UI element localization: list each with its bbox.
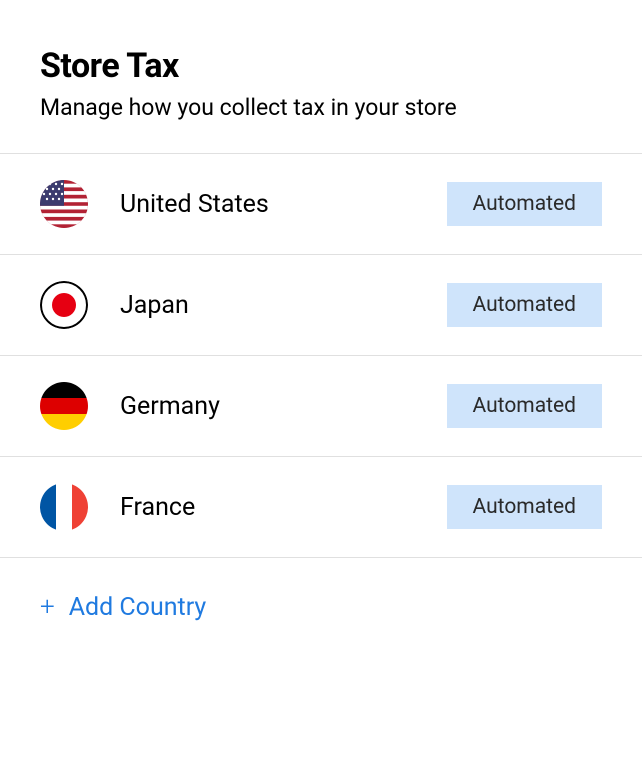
country-row-jp[interactable]: Japan Automated xyxy=(0,255,642,356)
flag-us-icon xyxy=(40,180,88,228)
add-country-label: Add Country xyxy=(69,593,207,622)
page-title: Store Tax xyxy=(40,46,602,86)
page-subtitle: Manage how you collect tax in your store xyxy=(40,94,602,121)
flag-jp-icon xyxy=(40,281,88,329)
status-badge[interactable]: Automated xyxy=(447,485,603,529)
plus-icon: + xyxy=(40,592,55,622)
country-list: United States Automated Japan Automated … xyxy=(0,153,642,558)
country-name: France xyxy=(120,493,447,522)
country-row-fr[interactable]: France Automated xyxy=(0,457,642,558)
country-name: Germany xyxy=(120,392,447,421)
status-badge[interactable]: Automated xyxy=(447,283,603,327)
status-badge[interactable]: Automated xyxy=(447,384,603,428)
page-header: Store Tax Manage how you collect tax in … xyxy=(0,46,642,153)
country-row-de[interactable]: Germany Automated xyxy=(0,356,642,457)
country-row-us[interactable]: United States Automated xyxy=(0,154,642,255)
flag-de-icon xyxy=(40,382,88,430)
flag-fr-icon xyxy=(40,483,88,531)
country-name: Japan xyxy=(120,291,447,320)
status-badge[interactable]: Automated xyxy=(447,182,603,226)
add-country-button[interactable]: + Add Country xyxy=(0,558,642,656)
country-name: United States xyxy=(120,190,447,219)
